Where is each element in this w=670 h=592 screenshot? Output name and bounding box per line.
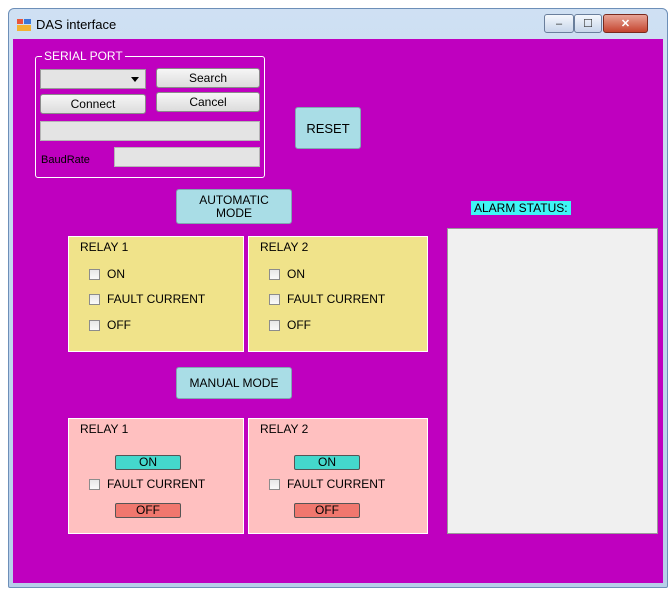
checkbox-box[interactable] — [269, 478, 280, 490]
auto-relay-2-off-checkbox[interactable]: OFF — [269, 318, 311, 332]
manual-relay-2-panel: RELAY 2 ON FAULT CURRENT OFF — [248, 418, 428, 534]
reset-button[interactable]: RESET — [295, 107, 361, 149]
port-select[interactable] — [40, 69, 146, 89]
checkbox-box[interactable] — [269, 268, 280, 280]
search-button[interactable]: Search — [156, 68, 260, 88]
chevron-down-icon[interactable] — [131, 77, 139, 82]
auto-relay-1-on-checkbox[interactable]: ON — [89, 267, 125, 281]
manual-relay-2-on-button[interactable]: ON — [294, 455, 360, 470]
checkbox-box[interactable] — [269, 319, 280, 331]
manual-relay-1-on-button[interactable]: ON — [115, 455, 181, 470]
auto-relay-2-fault-checkbox[interactable]: FAULT CURRENT — [269, 292, 385, 306]
serial-port-legend: SERIAL PORT — [42, 49, 125, 63]
cancel-button[interactable]: Cancel — [156, 92, 260, 112]
auto-relay-1-panel: RELAY 1 ON FAULT CURRENT OFF — [68, 236, 244, 352]
auto-relay-1-title: RELAY 1 — [80, 240, 129, 254]
serial-port-group: SERIAL PORT Search Connect Cancel BaudRa… — [35, 49, 265, 178]
close-button[interactable]: ✕ — [603, 14, 648, 33]
manual-relay-2-title: RELAY 2 — [260, 422, 309, 436]
alarm-status-label: ALARM STATUS: — [471, 201, 571, 215]
window-title: DAS interface — [36, 17, 117, 32]
auto-relay-2-on-checkbox[interactable]: ON — [269, 267, 305, 281]
connect-button[interactable]: Connect — [40, 94, 146, 114]
checkbox-box[interactable] — [89, 319, 100, 331]
app-icon — [17, 19, 31, 31]
auto-relay-2-title: RELAY 2 — [260, 240, 309, 254]
baud-rate-label: BaudRate — [41, 154, 90, 166]
auto-relay-1-fault-checkbox[interactable]: FAULT CURRENT — [89, 292, 205, 306]
title-bar: DAS interface – ☐ ✕ — [9, 9, 667, 39]
automatic-mode-button[interactable]: AUTOMATIC MODE — [176, 189, 292, 224]
manual-relay-1-panel: RELAY 1 ON FAULT CURRENT OFF — [68, 418, 244, 534]
connection-status-field[interactable] — [40, 121, 260, 141]
manual-relay-2-off-button[interactable]: OFF — [294, 503, 360, 518]
manual-mode-button[interactable]: MANUAL MODE — [176, 367, 292, 399]
manual-relay-1-fault-checkbox[interactable]: FAULT CURRENT — [89, 477, 205, 491]
checkbox-box[interactable] — [89, 293, 100, 305]
manual-relay-1-title: RELAY 1 — [80, 422, 129, 436]
checkbox-box[interactable] — [89, 268, 100, 280]
checkbox-box[interactable] — [89, 478, 100, 490]
manual-relay-1-off-button[interactable]: OFF — [115, 503, 181, 518]
alarm-status-list[interactable] — [447, 228, 658, 534]
minimize-button[interactable]: – — [544, 14, 574, 33]
app-window: DAS interface – ☐ ✕ SERIAL PORT Search C… — [8, 8, 668, 588]
auto-relay-2-panel: RELAY 2 ON FAULT CURRENT OFF — [248, 236, 428, 352]
checkbox-box[interactable] — [269, 293, 280, 305]
auto-relay-1-off-checkbox[interactable]: OFF — [89, 318, 131, 332]
baud-rate-field[interactable] — [114, 147, 260, 167]
maximize-button[interactable]: ☐ — [574, 14, 602, 33]
manual-relay-2-fault-checkbox[interactable]: FAULT CURRENT — [269, 477, 385, 491]
form-client-area: SERIAL PORT Search Connect Cancel BaudRa… — [13, 39, 663, 583]
